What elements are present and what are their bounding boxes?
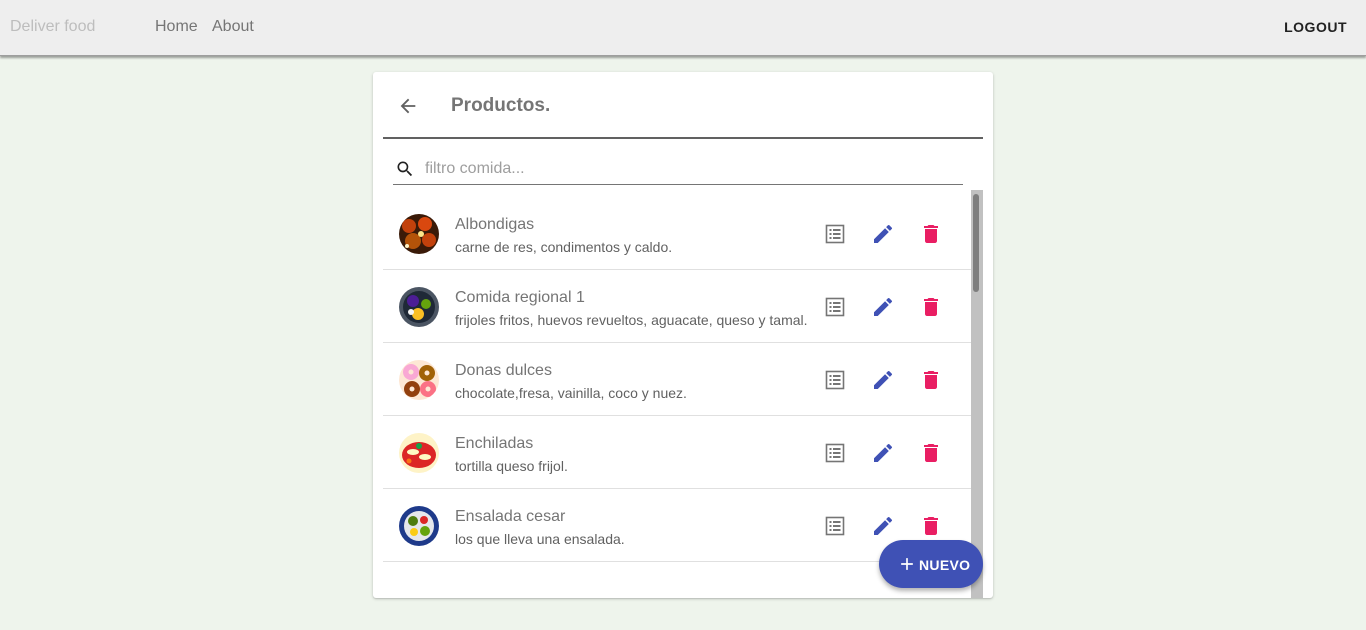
brand-logo-text[interactable]: Deliver food bbox=[10, 18, 95, 36]
product-avatar bbox=[399, 214, 439, 254]
list-item[interactable]: Albondigas carne de res, condimentos y c… bbox=[383, 197, 971, 270]
product-description: tortilla queso frijol. bbox=[455, 458, 568, 474]
product-name: Enchiladas bbox=[455, 435, 534, 452]
edit-button[interactable] bbox=[871, 368, 895, 392]
pencil-icon bbox=[874, 443, 893, 462]
product-avatar bbox=[399, 433, 439, 473]
product-name: Albondigas bbox=[455, 216, 535, 233]
product-description: chocolate,fresa, vainilla, coco y nuez. bbox=[455, 385, 687, 401]
product-name: Donas dulces bbox=[455, 362, 552, 379]
delete-button[interactable] bbox=[919, 295, 943, 319]
list-detail-icon bbox=[825, 224, 845, 244]
list-item[interactable]: Comida regional 1 frijoles fritos, huevo… bbox=[383, 270, 971, 343]
trash-icon bbox=[924, 225, 938, 243]
detail-button[interactable] bbox=[823, 295, 847, 319]
detail-button[interactable] bbox=[823, 368, 847, 392]
list-item[interactable]: Enchiladas tortilla queso frijol. bbox=[383, 416, 971, 489]
edit-button[interactable] bbox=[871, 222, 895, 246]
list-detail-icon bbox=[825, 297, 845, 317]
trash-icon bbox=[924, 444, 938, 462]
delete-button[interactable] bbox=[919, 441, 943, 465]
product-description: los que lleva una ensalada. bbox=[455, 531, 625, 547]
edit-button[interactable] bbox=[871, 441, 895, 465]
product-list: Albondigas carne de res, condimentos y c… bbox=[383, 197, 971, 587]
product-name: Comida regional 1 bbox=[455, 289, 585, 306]
detail-button[interactable] bbox=[823, 441, 847, 465]
pencil-icon bbox=[874, 516, 893, 535]
product-description: frijoles fritos, huevos revueltos, aguac… bbox=[455, 312, 808, 328]
list-item[interactable]: Donas dulces chocolate,fresa, vainilla, … bbox=[383, 343, 971, 416]
product-avatar bbox=[399, 287, 439, 327]
scrollbar-thumb[interactable] bbox=[973, 194, 979, 292]
trash-icon bbox=[924, 298, 938, 316]
product-avatar bbox=[399, 506, 439, 546]
new-product-button[interactable]: NUEVO bbox=[879, 540, 983, 588]
nav-home-link[interactable]: Home bbox=[155, 18, 198, 36]
search-input[interactable] bbox=[425, 156, 955, 182]
pencil-icon bbox=[874, 370, 893, 389]
list-detail-icon bbox=[825, 443, 845, 463]
pencil-icon bbox=[874, 224, 893, 243]
detail-button[interactable] bbox=[823, 222, 847, 246]
delete-button[interactable] bbox=[919, 222, 943, 246]
trash-icon bbox=[924, 517, 938, 535]
back-button[interactable] bbox=[397, 95, 419, 117]
list-detail-icon bbox=[825, 516, 845, 536]
arrow-back-icon bbox=[400, 98, 416, 114]
pencil-icon bbox=[874, 297, 893, 316]
delete-button[interactable] bbox=[919, 368, 943, 392]
product-avatar bbox=[399, 360, 439, 400]
list-scrollbar[interactable] bbox=[971, 190, 983, 598]
products-card: Productos. Albondigas carne de re bbox=[373, 72, 993, 598]
plus-icon bbox=[901, 558, 913, 570]
top-app-bar: Deliver food Home About LOGOUT bbox=[0, 0, 1366, 56]
card-header: Productos. bbox=[383, 72, 983, 139]
edit-button[interactable] bbox=[871, 295, 895, 319]
page-title: Productos. bbox=[451, 95, 551, 116]
logout-button[interactable]: LOGOUT bbox=[1284, 19, 1347, 35]
trash-icon bbox=[924, 371, 938, 389]
nav-about-link[interactable]: About bbox=[212, 18, 254, 36]
new-product-label: NUEVO bbox=[919, 557, 971, 573]
edit-button[interactable] bbox=[871, 514, 895, 538]
delete-button[interactable] bbox=[919, 514, 943, 538]
product-description: carne de res, condimentos y caldo. bbox=[455, 239, 673, 255]
list-detail-icon bbox=[825, 370, 845, 390]
search-bar bbox=[393, 156, 963, 185]
search-icon bbox=[397, 161, 413, 177]
detail-button[interactable] bbox=[823, 514, 847, 538]
product-name: Ensalada cesar bbox=[455, 508, 566, 525]
